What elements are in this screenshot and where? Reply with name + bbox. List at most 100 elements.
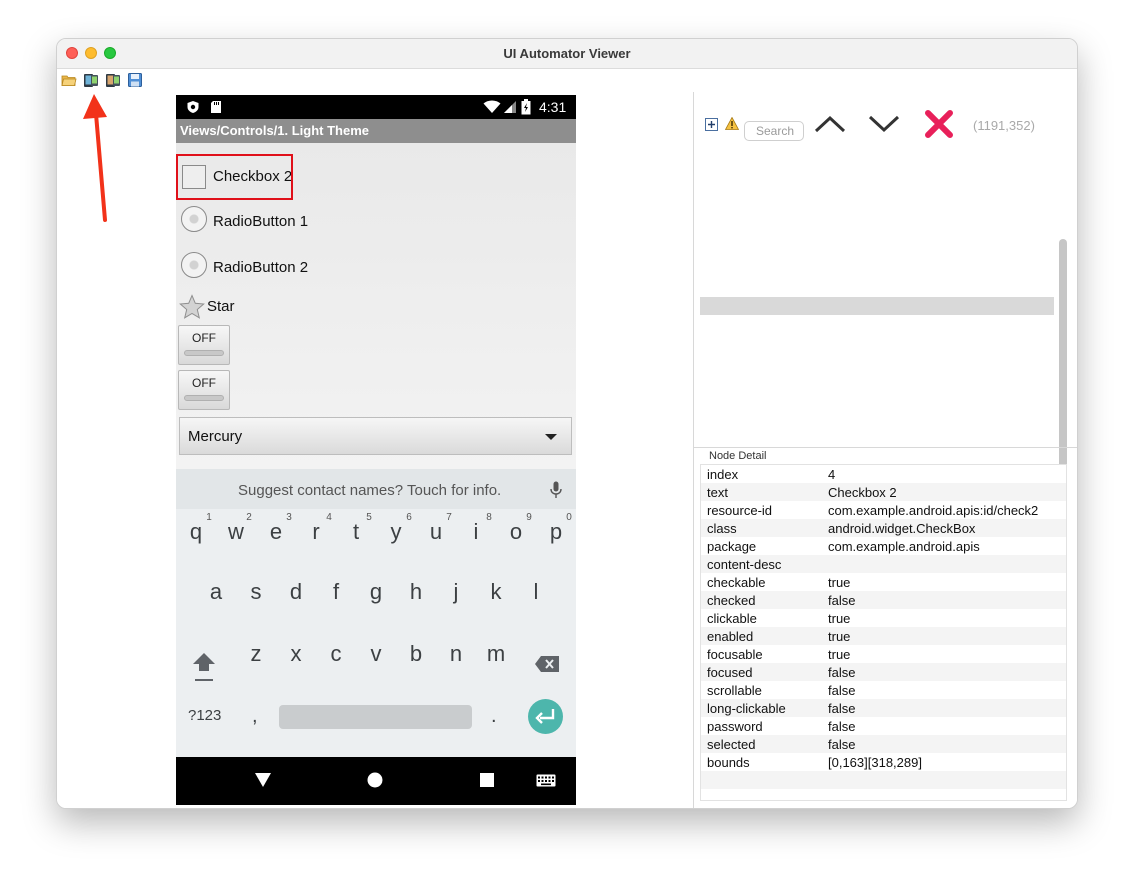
warning-icon[interactable]: [725, 117, 739, 130]
ui-hierarchy-tree[interactable]: [700, 157, 1067, 471]
backspace-icon[interactable]: [534, 655, 560, 673]
device-screenshot-compressed-icon[interactable]: [105, 72, 121, 88]
tree-selected-row[interactable]: [700, 297, 1054, 315]
toolbar: [57, 69, 1077, 91]
node-detail-row[interactable]: text Checkbox 2: [701, 483, 1066, 501]
key-e[interactable]: e: [256, 519, 296, 545]
node-detail-row[interactable]: selected false: [701, 735, 1066, 753]
suggestion-strip[interactable]: Suggest contact names? Touch for info.: [176, 469, 576, 509]
key-r[interactable]: r: [296, 519, 336, 545]
node-detail-key: focusable: [707, 647, 763, 662]
node-detail-row[interactable]: scrollable false: [701, 681, 1066, 699]
node-detail-key: bounds: [707, 755, 750, 770]
device-screenshot[interactable]: 4:31 Views/Controls/1. Light Theme Check…: [176, 95, 576, 805]
device-screenshot-icon[interactable]: [83, 72, 99, 88]
key-i[interactable]: i: [456, 519, 496, 545]
close-icon[interactable]: [924, 109, 954, 139]
toggle-button-2[interactable]: OFF: [178, 370, 230, 410]
node-detail-value: false: [828, 683, 856, 698]
node-detail-value: true: [828, 611, 851, 626]
recents-icon[interactable]: [480, 773, 494, 787]
key-b[interactable]: b: [396, 641, 436, 667]
toggle-button-1[interactable]: OFF: [178, 325, 230, 365]
key-x[interactable]: x: [276, 641, 316, 667]
enter-icon[interactable]: [528, 699, 563, 734]
node-detail-row[interactable]: bounds [0,163][318,289]: [701, 753, 1066, 771]
toggle-indicator: [184, 350, 224, 356]
tree-scrollbar[interactable]: [1059, 239, 1067, 471]
navigation-bar: [176, 757, 576, 805]
key-l[interactable]: l: [516, 579, 556, 605]
open-folder-icon[interactable]: [61, 72, 77, 88]
key-c[interactable]: c: [316, 641, 356, 667]
star-icon[interactable]: [179, 294, 205, 320]
node-detail-row[interactable]: content-desc: [701, 555, 1066, 573]
back-icon[interactable]: [254, 772, 272, 788]
node-detail-row[interactable]: index 4: [701, 465, 1066, 483]
node-detail-row[interactable]: checkable true: [701, 573, 1066, 591]
key-d[interactable]: d: [276, 579, 316, 605]
node-detail-key: scrollable: [707, 683, 762, 698]
title-bar: UI Automator Viewer: [57, 39, 1077, 69]
key-g[interactable]: g: [356, 579, 396, 605]
key-y[interactable]: y: [376, 519, 416, 545]
chevron-up-icon[interactable]: [814, 114, 846, 134]
node-detail-value: false: [828, 665, 856, 680]
node-detail-row[interactable]: checked false: [701, 591, 1066, 609]
period-key[interactable]: .: [491, 705, 497, 728]
key-k[interactable]: k: [476, 579, 516, 605]
node-detail-value: false: [828, 719, 856, 734]
key-q[interactable]: q: [176, 519, 216, 545]
node-detail-row[interactable]: password false: [701, 717, 1066, 735]
comma-key[interactable]: ,: [252, 705, 258, 728]
key-u[interactable]: u: [416, 519, 456, 545]
keyboard-icon[interactable]: [536, 774, 556, 787]
node-detail-row[interactable]: focusable true: [701, 645, 1066, 663]
node-detail-row[interactable]: enabled true: [701, 627, 1066, 645]
key-t[interactable]: t: [336, 519, 376, 545]
key-v[interactable]: v: [356, 641, 396, 667]
search-input[interactable]: Search: [744, 121, 804, 141]
node-detail-row[interactable]: class android.widget.CheckBox: [701, 519, 1066, 537]
key-s[interactable]: s: [236, 579, 276, 605]
node-detail-value: false: [828, 593, 856, 608]
node-detail-empty-row: [701, 771, 1066, 789]
red-annotation-arrow: [83, 94, 107, 222]
shift-icon[interactable]: [192, 651, 216, 683]
key-z[interactable]: z: [236, 641, 276, 667]
app-window: UI Automator Viewer 4:31 Views/Controls/…: [56, 38, 1078, 809]
microphone-icon[interactable]: [550, 481, 562, 499]
home-icon[interactable]: [367, 772, 383, 788]
radio-button-1[interactable]: [181, 206, 207, 232]
key-o[interactable]: o: [496, 519, 536, 545]
planet-spinner[interactable]: Mercury: [179, 417, 572, 455]
expand-all-icon[interactable]: [705, 118, 718, 131]
node-detail-key: selected: [707, 737, 756, 752]
key-p[interactable]: p: [536, 519, 576, 545]
node-detail-row[interactable]: focused false: [701, 663, 1066, 681]
tree-toolbar: Search (1191,352): [694, 92, 1077, 154]
key-a[interactable]: a: [196, 579, 236, 605]
node-detail-value: Checkbox 2: [828, 485, 897, 500]
controls-content: Checkbox 2 RadioButton 1 RadioButton 2 S…: [176, 143, 576, 469]
radio-button-2[interactable]: [181, 252, 207, 278]
node-detail-value: 4: [828, 467, 836, 482]
key-n[interactable]: n: [436, 641, 476, 667]
node-detail-row[interactable]: clickable true: [701, 609, 1066, 627]
key-w[interactable]: w: [216, 519, 256, 545]
inspector-divider[interactable]: [694, 447, 1077, 448]
node-detail-row[interactable]: resource-id com.example.android.apis:id/c…: [701, 501, 1066, 519]
node-detail-row[interactable]: long-clickable false: [701, 699, 1066, 717]
symbols-key[interactable]: ?123: [188, 707, 221, 724]
save-icon[interactable]: [127, 72, 143, 88]
key-f[interactable]: f: [316, 579, 356, 605]
radio-button-2-label: RadioButton 2: [213, 259, 309, 276]
node-detail-key: focused: [707, 665, 753, 680]
chevron-down-icon[interactable]: [868, 114, 900, 134]
key-m[interactable]: m: [476, 641, 516, 667]
key-j[interactable]: j: [436, 579, 476, 605]
node-detail-row[interactable]: package com.example.android.apis: [701, 537, 1066, 555]
action-bar: Views/Controls/1. Light Theme: [176, 119, 576, 143]
key-h[interactable]: h: [396, 579, 436, 605]
space-key[interactable]: [279, 705, 472, 729]
